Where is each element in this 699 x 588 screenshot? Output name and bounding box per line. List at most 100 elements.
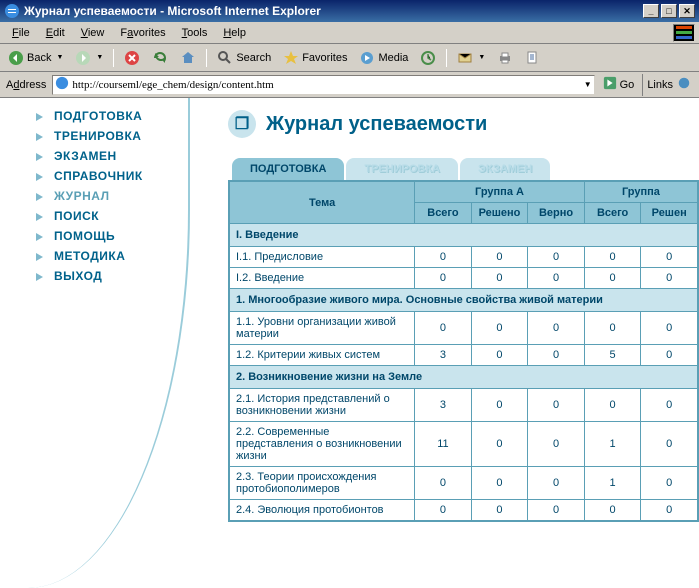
- cell-a-vsego: 0: [415, 500, 472, 521]
- cell-tema: 2.3. Теории происхождения протобиополиме…: [230, 467, 415, 500]
- close-button[interactable]: ✕: [679, 4, 695, 18]
- mail-button[interactable]: ▼: [453, 48, 489, 68]
- side-menu: ПОДГОТОВКАТРЕНИРОВКАЭКЗАМЕНСПРАВОЧНИКЖУР…: [0, 98, 220, 286]
- cell-a-verno: 0: [528, 345, 585, 366]
- tab-1[interactable]: ТРЕНИРОВКА: [346, 158, 458, 180]
- go-icon: [603, 76, 617, 93]
- menu-tools[interactable]: Tools: [174, 25, 216, 41]
- chevron-down-icon[interactable]: ▼: [584, 80, 592, 89]
- forward-button[interactable]: ▼: [71, 48, 107, 68]
- cell-b-resheno: 0: [641, 268, 698, 289]
- cell-a-vsego: 0: [415, 467, 472, 500]
- cell-a-vsego: 0: [415, 268, 472, 289]
- section-label: I. Введение: [230, 224, 698, 247]
- chevron-down-icon: ▼: [478, 54, 485, 61]
- sidebar-item-6[interactable]: ПОМОЩЬ: [36, 226, 220, 246]
- media-button[interactable]: Media: [355, 48, 412, 68]
- address-box[interactable]: ▼: [52, 75, 594, 95]
- edit-icon: [525, 50, 541, 66]
- cell-a-resheno: 0: [471, 247, 528, 268]
- address-input[interactable]: [72, 79, 580, 91]
- cell-a-vsego: 11: [415, 422, 472, 467]
- mail-icon: [457, 50, 473, 66]
- page-title-row: ❐ Журнал успеваемости: [228, 110, 699, 138]
- tab-2[interactable]: ЭКЗАМЕН: [460, 158, 550, 180]
- sidebar-item-5[interactable]: ПОИСК: [36, 206, 220, 226]
- th-group-a: Группа А: [415, 182, 585, 203]
- window-titlebar: Журнал успеваемости - Microsoft Internet…: [0, 0, 699, 22]
- address-label: Address: [4, 79, 48, 91]
- cell-a-verno: 0: [528, 268, 585, 289]
- cell-b-resheno: 0: [641, 500, 698, 521]
- th-tema: Тема: [230, 182, 415, 224]
- table-row: 1.2. Критерии живых систем30050: [230, 345, 698, 366]
- th-resheno: Решено: [471, 203, 528, 224]
- menu-help[interactable]: Help: [215, 25, 254, 41]
- th-group-b: Группа: [584, 182, 697, 203]
- cell-b-resheno: 0: [641, 422, 698, 467]
- grade-table: Тема Группа А Группа Всего Решено Верно …: [229, 181, 698, 521]
- edit-button[interactable]: [521, 48, 545, 68]
- forward-icon: [75, 50, 91, 66]
- cell-b-vsego: 1: [584, 467, 641, 500]
- cell-a-vsego: 3: [415, 345, 472, 366]
- cell-a-resheno: 0: [471, 500, 528, 521]
- links-label: Links: [647, 79, 673, 91]
- grade-table-wrap: Тема Группа А Группа Всего Решено Верно …: [228, 180, 699, 522]
- print-button[interactable]: [493, 48, 517, 68]
- sidebar-item-8[interactable]: ВЫХОД: [36, 266, 220, 286]
- table-row: I.1. Предисловие00000: [230, 247, 698, 268]
- menu-view[interactable]: View: [73, 25, 113, 41]
- table-row: 2.2. Современные представления о возникн…: [230, 422, 698, 467]
- table-row: 2.1. История представлений о возникновен…: [230, 389, 698, 422]
- media-icon: [359, 50, 375, 66]
- cell-b-vsego: 0: [584, 268, 641, 289]
- search-button[interactable]: Search: [213, 48, 275, 68]
- cell-b-vsego: 0: [584, 389, 641, 422]
- cell-a-resheno: 0: [471, 268, 528, 289]
- sidebar-item-2[interactable]: ЭКЗАМЕН: [36, 146, 220, 166]
- cell-a-verno: 0: [528, 500, 585, 521]
- cell-a-resheno: 0: [471, 389, 528, 422]
- favorites-button[interactable]: Favorites: [279, 48, 351, 68]
- media-label: Media: [378, 52, 408, 64]
- chevron-down-icon: ▼: [56, 54, 63, 61]
- window-title: Журнал успеваемости - Microsoft Internet…: [24, 4, 643, 18]
- minimize-button[interactable]: _: [643, 4, 659, 18]
- cell-b-resheno: 0: [641, 312, 698, 345]
- sidebar-item-1[interactable]: ТРЕНИРОВКА: [36, 126, 220, 146]
- ie-icon: [4, 3, 20, 19]
- history-button[interactable]: [416, 48, 440, 68]
- go-button[interactable]: Go: [599, 76, 639, 93]
- stop-button[interactable]: [120, 48, 144, 68]
- maximize-button[interactable]: □: [661, 4, 677, 18]
- menu-file[interactable]: File: [4, 25, 38, 41]
- star-icon: [283, 50, 299, 66]
- cell-a-verno: 0: [528, 247, 585, 268]
- back-icon: [8, 50, 24, 66]
- sidebar-item-4[interactable]: ЖУРНАЛ: [36, 186, 220, 206]
- menu-edit[interactable]: Edit: [38, 25, 73, 41]
- address-bar: Address ▼ Go Links: [0, 72, 699, 98]
- menu-favorites[interactable]: Favorites: [112, 25, 173, 41]
- home-button[interactable]: [176, 48, 200, 68]
- menubar: File Edit View Favorites Tools Help: [0, 22, 699, 44]
- cell-tema: 2.2. Современные представления о возникн…: [230, 422, 415, 467]
- cell-a-vsego: 3: [415, 389, 472, 422]
- cell-a-resheno: 0: [471, 467, 528, 500]
- cell-b-resheno: 0: [641, 247, 698, 268]
- cell-tema: I.1. Предисловие: [230, 247, 415, 268]
- sidebar-item-7[interactable]: МЕТОДИКА: [36, 246, 220, 266]
- cell-tema: I.2. Введение: [230, 268, 415, 289]
- tab-0[interactable]: ПОДГОТОВКА: [232, 158, 344, 180]
- cell-a-verno: 0: [528, 389, 585, 422]
- back-button[interactable]: Back ▼: [4, 48, 67, 68]
- refresh-button[interactable]: [148, 48, 172, 68]
- cell-a-resheno: 0: [471, 422, 528, 467]
- sidebar-item-3[interactable]: СПРАВОЧНИК: [36, 166, 220, 186]
- table-row: I.2. Введение00000: [230, 268, 698, 289]
- table-row: 2. Возникновение жизни на Земле: [230, 366, 698, 389]
- content-area: ПОДГОТОВКАТРЕНИРОВКАЭКЗАМЕНСПРАВОЧНИКЖУР…: [0, 98, 699, 588]
- sidebar-item-0[interactable]: ПОДГОТОВКА: [36, 106, 220, 126]
- links-box[interactable]: Links: [642, 74, 695, 96]
